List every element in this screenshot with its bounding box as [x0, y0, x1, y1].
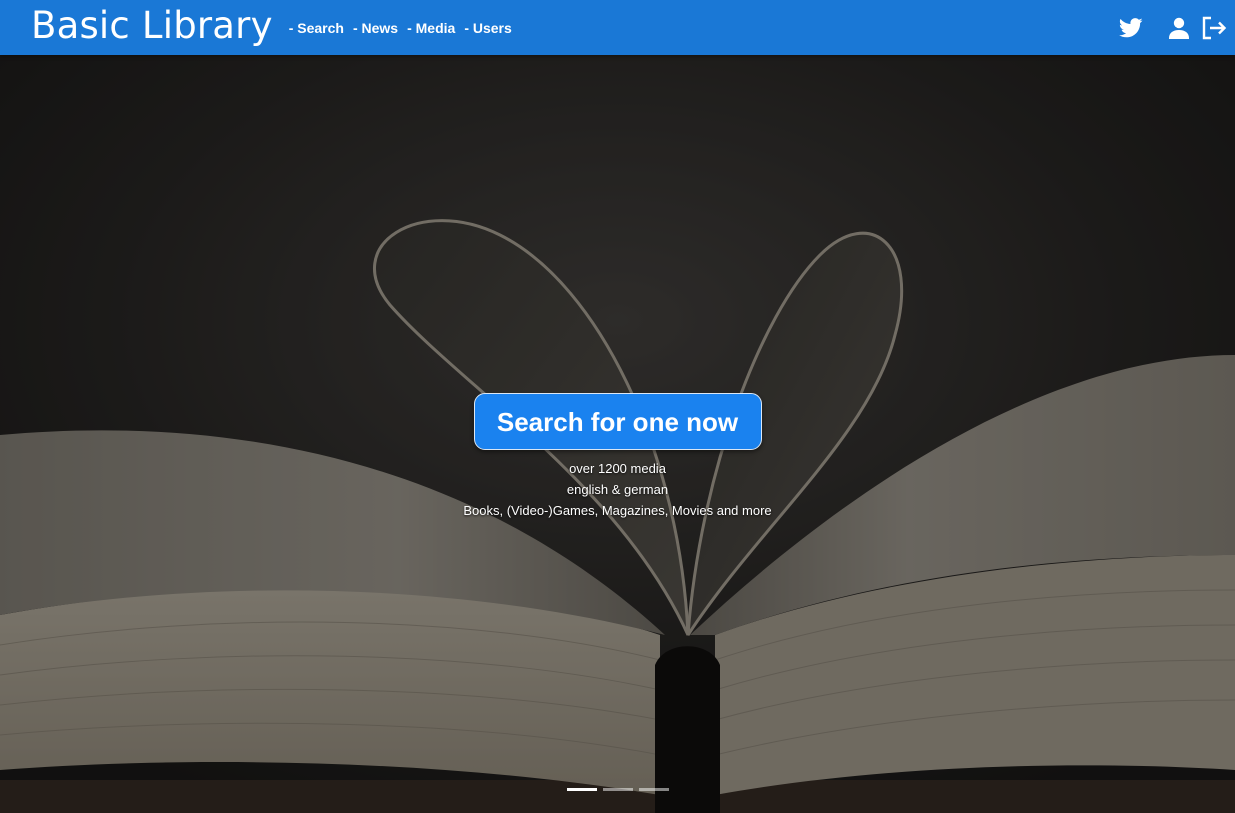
top-navbar: Basic Library - Search - News - Media - …	[0, 0, 1235, 55]
hero-carousel: Search for one now over 1200 media engli…	[0, 55, 1235, 813]
hero-caption-languages: english & german	[566, 482, 669, 497]
nav-link-search[interactable]: - Search	[289, 20, 344, 36]
carousel-indicator-2[interactable]	[602, 788, 633, 791]
user-icon[interactable]	[1169, 17, 1189, 39]
carousel-indicator-3[interactable]	[638, 788, 669, 791]
nav-link-users[interactable]: - Users	[464, 20, 511, 36]
brand-logo[interactable]: Basic Library	[31, 7, 273, 48]
hero-caption-media-count: over 1200 media	[569, 461, 666, 476]
search-now-button[interactable]: Search for one now	[473, 393, 762, 450]
nav-links: - Search - News - Media - Users	[289, 20, 521, 36]
nav-actions	[1119, 0, 1235, 55]
hero-caption-media-types: Books, (Video-)Games, Magazines, Movies …	[463, 503, 772, 518]
nav-link-news[interactable]: - News	[353, 20, 398, 36]
twitter-icon[interactable]	[1119, 17, 1143, 38]
carousel-indicator-1[interactable]	[566, 788, 597, 791]
cta-container: Search for one now	[0, 393, 1235, 450]
hero-caption: over 1200 media english & german Books, …	[0, 458, 1235, 521]
carousel-indicators	[0, 788, 1235, 791]
nav-link-media[interactable]: - Media	[407, 20, 455, 36]
logout-icon[interactable]	[1201, 16, 1227, 40]
